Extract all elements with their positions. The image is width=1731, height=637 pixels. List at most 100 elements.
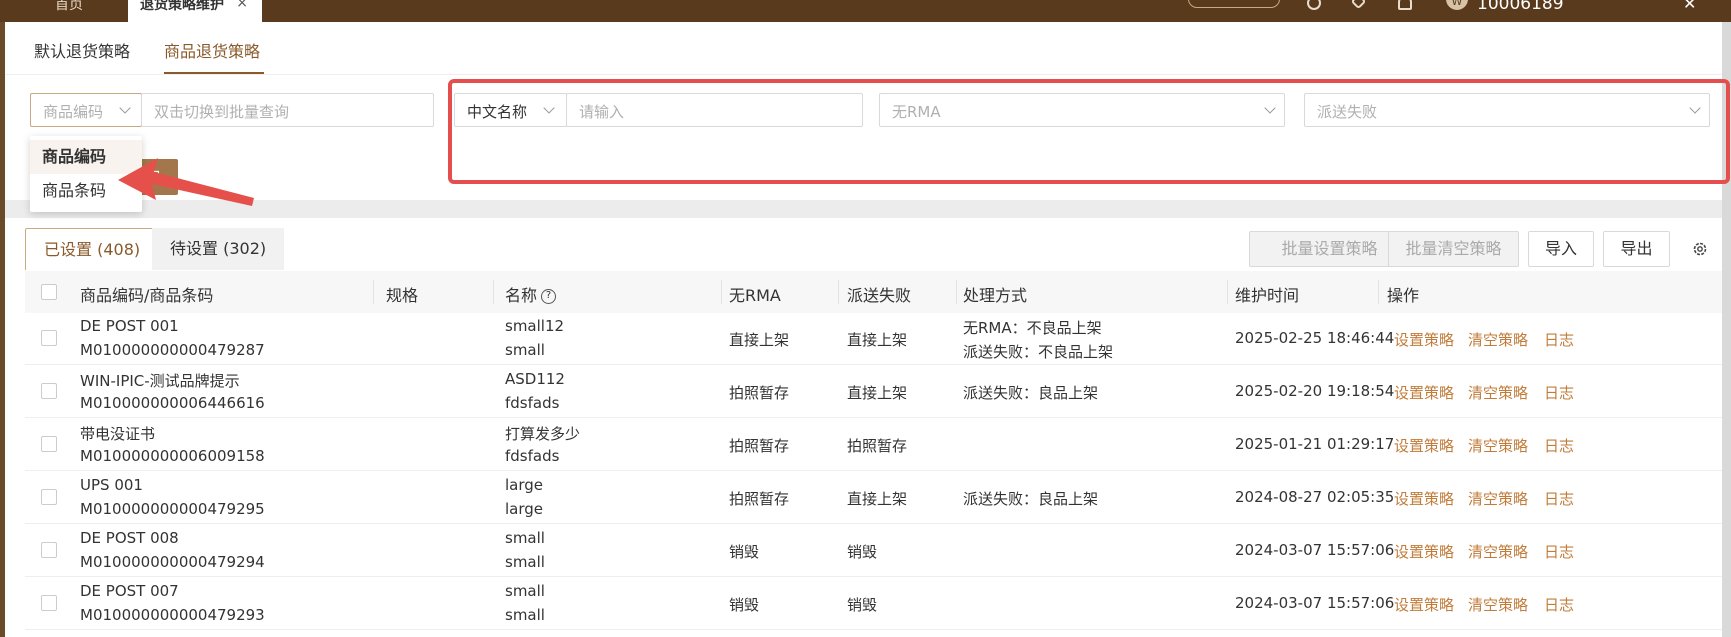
clear-policy-link[interactable]: 清空策略	[1468, 435, 1528, 456]
code-type-value: 商品编码	[43, 103, 104, 121]
product-name-1: small	[505, 529, 545, 547]
set-policy-link[interactable]: 设置策略	[1394, 435, 1454, 456]
product-name-1: small12	[505, 317, 565, 335]
help-icon[interactable]: ?	[541, 289, 557, 304]
product-name-1: 打算发多少	[505, 425, 581, 443]
log-link[interactable]: 日志	[1544, 594, 1574, 615]
row-checkbox[interactable]	[41, 330, 57, 346]
table-row: 带电没证书 M010000000006009158 打算发多少 fdsfads 拍照暂存…	[25, 419, 1722, 471]
product-code: 带电没证书	[80, 425, 156, 443]
product-name-2: small	[505, 553, 545, 571]
col-divider	[1378, 280, 1379, 304]
code-input[interactable]: 双击切换到批量查询	[141, 93, 434, 127]
clear-policy-link[interactable]: 清空策略	[1468, 541, 1528, 562]
table-row: WIN-IPIC-测试品牌提示 M010000000006446616 ASD112…	[25, 366, 1722, 418]
import-button[interactable]: 导入	[1528, 231, 1594, 267]
clock-icon[interactable]	[1307, 0, 1321, 10]
batch-clear-button[interactable]: 批量清空策略	[1388, 231, 1519, 267]
col-code: 商品编码/商品条码	[80, 286, 214, 305]
method-line-1: 无RMA：不良品上架	[963, 319, 1102, 337]
dispatch-value: 拍照暂存	[847, 437, 908, 455]
clear-policy-link[interactable]: 清空策略	[1468, 488, 1528, 509]
tab-home[interactable]: 首页	[55, 0, 83, 22]
no-rma-value: 销毁	[729, 596, 760, 614]
product-code: UPS 001	[80, 476, 143, 494]
tab-default-policy[interactable]: 默认退货策略	[34, 38, 130, 62]
row-checkbox[interactable]	[41, 542, 57, 558]
product-barcode: M010000000006446616	[80, 394, 265, 412]
maintain-time: 2025-02-25 18:46:44	[1235, 329, 1395, 347]
heart-icon[interactable]	[1350, 0, 1367, 10]
product-name-2: fdsfads	[505, 447, 560, 465]
bell-icon[interactable]	[1398, 0, 1412, 10]
row-checkbox[interactable]	[41, 489, 57, 505]
tab-product-policy[interactable]: 商品退货策略	[164, 38, 260, 62]
pin-icon[interactable]: ✕	[1683, 0, 1696, 13]
clear-policy-link[interactable]: 清空策略	[1468, 382, 1528, 403]
col-divider	[1227, 280, 1228, 304]
table-header: 商品编码/商品条码 规格 名称? 无RMA 派送失败 处理方式 维护时间 操作	[25, 271, 1722, 313]
product-name-2: small	[505, 606, 545, 624]
avatar[interactable]: W	[1446, 0, 1468, 10]
row-checkbox[interactable]	[41, 436, 57, 452]
set-policy-link[interactable]: 设置策略	[1394, 382, 1454, 403]
log-link[interactable]: 日志	[1544, 541, 1574, 562]
chevron-down-icon	[119, 102, 131, 114]
product-code: DE POST 001	[80, 317, 179, 335]
gear-icon[interactable]	[1692, 241, 1708, 257]
no-rma-value: 拍照暂存	[729, 437, 790, 455]
table-row: DE POST 008 M010000000000479294 small small…	[25, 525, 1722, 577]
tab-configured[interactable]: 已设置 (408)	[25, 228, 160, 270]
table-row: DE POST 007 M010000000000479293 small small…	[25, 578, 1722, 630]
col-divider	[956, 280, 957, 304]
dispatch-value: 直接上架	[847, 331, 908, 349]
close-tab-icon[interactable]: ×	[236, 0, 248, 10]
top-bar: 首页 退货策略维护 × W 10006189 ✕	[0, 0, 1731, 22]
code-input-placeholder: 双击切换到批量查询	[154, 103, 290, 121]
method-line-2: 派送失败：不良品上架	[963, 343, 1114, 361]
table-row: DE POST 001 M010000000000479287 small12 sma…	[25, 313, 1722, 365]
set-policy-link[interactable]: 设置策略	[1394, 594, 1454, 615]
annotation-arrow-icon	[118, 158, 254, 206]
set-policy-link[interactable]: 设置策略	[1394, 488, 1454, 509]
dispatch-value: 销毁	[847, 543, 878, 561]
log-link[interactable]: 日志	[1544, 488, 1574, 509]
log-link[interactable]: 日志	[1544, 435, 1574, 456]
select-all-checkbox[interactable]	[41, 284, 57, 300]
log-link[interactable]: 日志	[1544, 329, 1574, 350]
clear-policy-link[interactable]: 清空策略	[1468, 329, 1528, 350]
highlight-box	[448, 79, 1730, 184]
col-divider	[721, 280, 722, 304]
product-name-1: ASD112	[505, 370, 565, 388]
tab-return-policy[interactable]: 退货策略维护 ×	[128, 0, 262, 22]
no-rma-value: 拍照暂存	[729, 384, 790, 402]
product-name-1: large	[505, 476, 544, 494]
col-method: 处理方式	[963, 286, 1028, 305]
set-policy-link[interactable]: 设置策略	[1394, 329, 1454, 350]
row-checkbox[interactable]	[41, 595, 57, 611]
set-policy-link[interactable]: 设置策略	[1394, 541, 1454, 562]
dispatch-value: 销毁	[847, 596, 878, 614]
clear-policy-link[interactable]: 清空策略	[1468, 594, 1528, 615]
status-pill[interactable]	[1188, 0, 1280, 8]
product-code: DE POST 007	[80, 582, 179, 600]
divider	[5, 74, 1722, 75]
no-rma-value: 拍照暂存	[729, 490, 790, 508]
row-checkbox[interactable]	[41, 383, 57, 399]
product-barcode: M010000000000479294	[80, 553, 265, 571]
search-panel: 默认退货策略 商品退货策略 商品编码 双击切换到批量查询 中文名称 请输入 无R…	[5, 22, 1730, 200]
col-spec: 规格	[386, 286, 419, 305]
col-actions: 操作	[1387, 286, 1420, 305]
col-name-label: 名称	[505, 286, 538, 305]
code-type-select[interactable]: 商品编码	[30, 93, 142, 127]
tab-pending[interactable]: 待设置 (302)	[152, 228, 285, 270]
dispatch-value: 直接上架	[847, 384, 908, 402]
product-barcode: M010000000006009158	[80, 447, 265, 465]
log-link[interactable]: 日志	[1544, 382, 1574, 403]
product-barcode: M010000000000479287	[80, 341, 265, 359]
export-button[interactable]: 导出	[1603, 231, 1670, 267]
user-id[interactable]: 10006189	[1477, 0, 1564, 14]
col-divider	[838, 280, 839, 304]
batch-set-button[interactable]: 批量设置策略	[1249, 231, 1410, 267]
product-name-2: fdsfads	[505, 394, 560, 412]
